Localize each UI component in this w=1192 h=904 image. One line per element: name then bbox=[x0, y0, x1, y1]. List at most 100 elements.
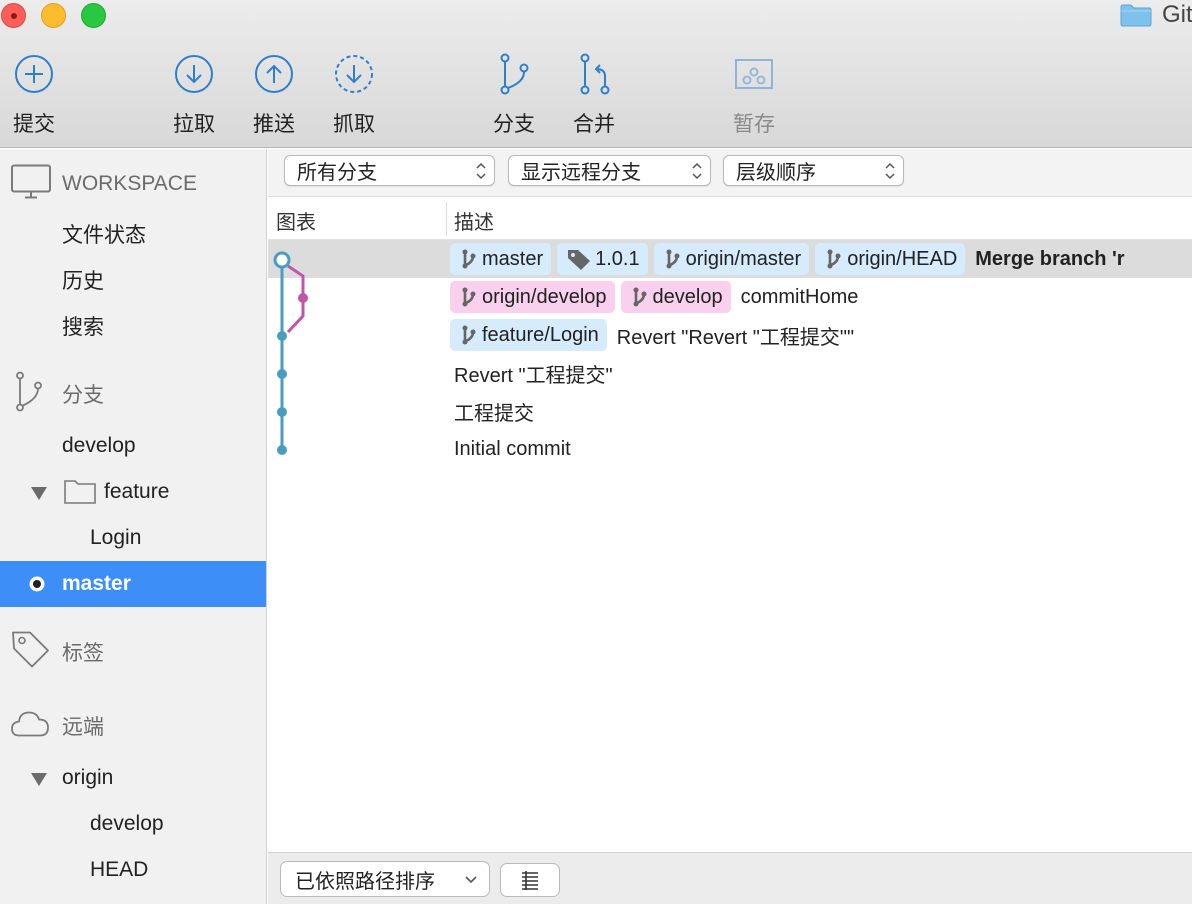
commit-description: Initial commit bbox=[450, 430, 571, 468]
branch-tag[interactable]: origin/HEAD bbox=[815, 243, 966, 275]
commit-row[interactable]: Revert "工程提交" bbox=[268, 354, 1192, 392]
merge-icon bbox=[572, 52, 616, 96]
folder-label: feature bbox=[104, 480, 170, 503]
branch-button[interactable]: 分支 bbox=[474, 52, 554, 138]
commit-description: Revert "工程提交" bbox=[450, 354, 613, 392]
commit-row[interactable]: master 1.0.1 origin/master origin/HEAD M… bbox=[268, 240, 1192, 278]
pull-label: 拉取 bbox=[173, 113, 215, 136]
filter-bar: 所有分支 显示远程分支 层级顺序 bbox=[268, 149, 1192, 197]
select-value: 所有分支 bbox=[297, 162, 377, 184]
updown-chevron-icon bbox=[885, 162, 895, 180]
tag-label: origin/master bbox=[685, 247, 802, 270]
commit-message: Revert "工程提交" bbox=[454, 364, 613, 387]
tag-label: origin/develop bbox=[482, 285, 607, 308]
sidebar-section-branches[interactable]: 分支 bbox=[0, 371, 266, 417]
sidebar-remote-branch-head[interactable]: HEAD bbox=[0, 847, 266, 893]
window-title-text: Git bbox=[1162, 1, 1192, 28]
monitor-icon bbox=[10, 163, 52, 206]
commit-row[interactable]: 工程提交 bbox=[268, 392, 1192, 430]
column-header-description[interactable]: 描述 bbox=[454, 206, 494, 235]
merge-label: 合并 bbox=[573, 113, 615, 136]
disclosure-triangle-icon[interactable] bbox=[30, 769, 48, 793]
close-window-button[interactable] bbox=[1, 3, 26, 28]
branch-icon bbox=[666, 249, 680, 269]
window-title: Git bbox=[1120, 0, 1192, 30]
sidebar-item-history[interactable]: 历史 bbox=[0, 257, 266, 303]
commit-row[interactable]: Initial commit bbox=[268, 430, 1192, 468]
branch-tag[interactable]: feature/Login bbox=[450, 319, 607, 351]
branch-label: develop bbox=[62, 434, 136, 457]
commit-message: Initial commit bbox=[454, 437, 571, 460]
zoom-window-button[interactable] bbox=[81, 3, 106, 28]
branch-tag[interactable]: origin/master bbox=[653, 243, 810, 275]
arrow-up-circle-icon bbox=[252, 52, 296, 96]
branch-filter-select[interactable]: 所有分支 bbox=[284, 155, 495, 186]
updown-chevron-icon bbox=[692, 162, 702, 180]
sidebar: WORKSPACE 文件状态 历史 搜索 分支 develop feature … bbox=[0, 149, 267, 904]
commit-button[interactable]: 提交 bbox=[0, 52, 74, 138]
sidebar-section-remotes[interactable]: 远端 bbox=[0, 703, 266, 749]
sort-select-value: 已依照路径排序 bbox=[295, 870, 435, 893]
current-branch-icon bbox=[28, 575, 46, 599]
commit-message: commitHome bbox=[740, 285, 859, 308]
commit-table-header: 图表 描述 bbox=[268, 198, 1192, 240]
commit-description: origin/develop develop commitHome bbox=[450, 278, 858, 316]
column-header-graph[interactable]: 图表 bbox=[276, 206, 316, 235]
branch-icon bbox=[462, 325, 476, 345]
stash-button[interactable]: 暂存 bbox=[714, 52, 794, 138]
commit-message: Merge branch 'r bbox=[975, 247, 1125, 270]
fetch-label: 抓取 bbox=[333, 113, 375, 136]
select-value: 层级顺序 bbox=[736, 162, 816, 184]
merge-button[interactable]: 合并 bbox=[554, 52, 634, 138]
plus-circle-icon bbox=[12, 52, 56, 96]
sidebar-branch-feature-login[interactable]: Login bbox=[0, 515, 266, 561]
pull-button[interactable]: 拉取 bbox=[154, 52, 234, 138]
push-label: 推送 bbox=[253, 113, 295, 136]
sidebar-remote-branch-develop[interactable]: develop bbox=[0, 801, 266, 847]
branch-icon bbox=[633, 287, 647, 307]
sort-select[interactable]: 已依照路径排序 bbox=[280, 861, 490, 897]
sidebar-remote-origin[interactable]: origin bbox=[0, 755, 266, 801]
sidebar-item-label: 搜索 bbox=[62, 316, 104, 339]
list-view-button[interactable] bbox=[500, 863, 560, 897]
bottom-bar: 已依照路径排序 bbox=[268, 852, 1192, 904]
tag-label: 1.0.1 bbox=[595, 247, 640, 270]
commit-row[interactable]: origin/develop develop commitHome bbox=[268, 278, 1192, 316]
order-filter-select[interactable]: 层级顺序 bbox=[723, 155, 904, 186]
sidebar-branch-master[interactable]: master bbox=[0, 561, 266, 607]
commit-description: feature/Login Revert "Revert "工程提交"" bbox=[450, 316, 854, 354]
updown-chevron-icon bbox=[476, 162, 486, 180]
branch-icon bbox=[462, 287, 476, 307]
column-separator[interactable] bbox=[446, 202, 447, 236]
sidebar-folder-feature[interactable]: feature bbox=[0, 469, 266, 515]
minimize-window-button[interactable] bbox=[41, 3, 66, 28]
commit-description: master 1.0.1 origin/master origin/HEAD M… bbox=[450, 240, 1125, 278]
branch-icon bbox=[492, 52, 536, 96]
sidebar-section-workspace[interactable]: WORKSPACE bbox=[0, 161, 266, 207]
commit-row[interactable]: feature/Login Revert "Revert "工程提交"" bbox=[268, 316, 1192, 354]
push-button[interactable]: 推送 bbox=[234, 52, 314, 138]
branch-tag[interactable]: develop bbox=[620, 281, 731, 313]
sidebar-item-search[interactable]: 搜索 bbox=[0, 303, 266, 349]
disclosure-triangle-icon[interactable] bbox=[30, 483, 48, 507]
folder-icon bbox=[1120, 3, 1152, 27]
fetch-dashed-circle-icon bbox=[332, 52, 376, 96]
remote-filter-select[interactable]: 显示远程分支 bbox=[508, 155, 711, 186]
version-tag[interactable]: 1.0.1 bbox=[557, 243, 648, 275]
branch-label: Login bbox=[90, 526, 142, 549]
sidebar-section-title: 分支 bbox=[62, 384, 104, 407]
branch-label: 分支 bbox=[493, 113, 535, 136]
tag-icon bbox=[10, 629, 52, 676]
remote-label: origin bbox=[62, 766, 114, 789]
sidebar-item-label: 文件状态 bbox=[62, 224, 146, 247]
stash-box-icon bbox=[732, 52, 776, 96]
select-value: 显示远程分支 bbox=[521, 162, 641, 184]
branch-tag[interactable]: master bbox=[450, 243, 552, 275]
branch-icon bbox=[10, 371, 50, 418]
sidebar-section-tags[interactable]: 标签 bbox=[0, 629, 266, 675]
fetch-button[interactable]: 抓取 bbox=[314, 52, 394, 138]
sidebar-item-file-status[interactable]: 文件状态 bbox=[0, 211, 266, 257]
sidebar-branch-develop[interactable]: develop bbox=[0, 423, 266, 469]
branch-tag[interactable]: origin/develop bbox=[450, 281, 615, 313]
cloud-icon bbox=[10, 709, 50, 744]
